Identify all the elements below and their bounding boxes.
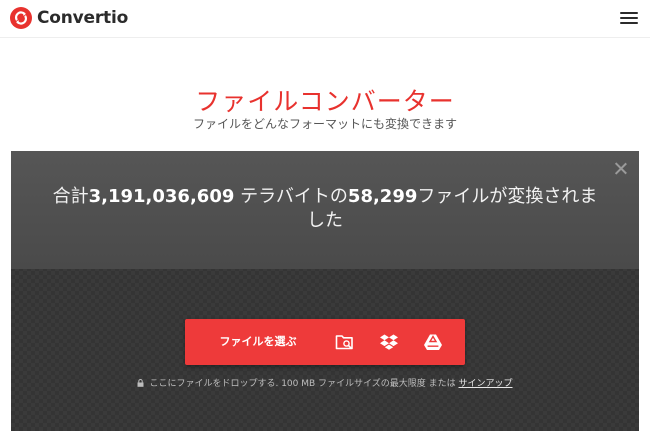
stat-prefix: 合計 (52, 186, 89, 207)
stat-files: 58,299 (347, 186, 418, 207)
lock-icon (137, 379, 144, 387)
page-subtitle: ファイルをどんなフォーマットにも変換できます (192, 117, 457, 131)
close-icon[interactable] (613, 161, 629, 177)
drop-hint-text: ここにファイルをドロップする. 100 MB ファイルサイズの最大限度 または (149, 379, 459, 389)
conversion-stats: 合計3,191,036,609 テラバイトの58,299ファイルが変換されました (51, 185, 599, 233)
convertio-logo-icon (10, 7, 32, 29)
stat-terabytes: 3,191,036,609 (88, 186, 235, 207)
choose-files-bar: ファイルを選ぶ (185, 319, 465, 365)
hamburger-menu-icon[interactable] (620, 10, 640, 26)
drop-hint: ここにファイルをドロップする. 100 MB ファイルサイズの最大限度 または … (11, 376, 639, 389)
signup-link[interactable]: サインアップ (459, 379, 513, 389)
stats-banner: 合計3,191,036,609 テラバイトの58,299ファイルが変換されました (11, 151, 639, 269)
dropbox-icon[interactable] (379, 333, 399, 351)
top-navbar: Convertio (0, 0, 650, 38)
google-drive-icon[interactable] (423, 333, 443, 351)
brand-name: Convertio (37, 8, 129, 28)
stat-middle: テラバイトの (234, 186, 348, 207)
brand-logo[interactable]: Convertio (10, 6, 128, 30)
upload-panel: 合計3,191,036,609 テラバイトの58,299ファイルが変換されました… (11, 151, 639, 431)
page-title: ファイルコンバーター (195, 87, 455, 116)
folder-search-icon[interactable] (335, 333, 355, 351)
choose-files-button[interactable]: ファイルを選ぶ (185, 319, 331, 365)
